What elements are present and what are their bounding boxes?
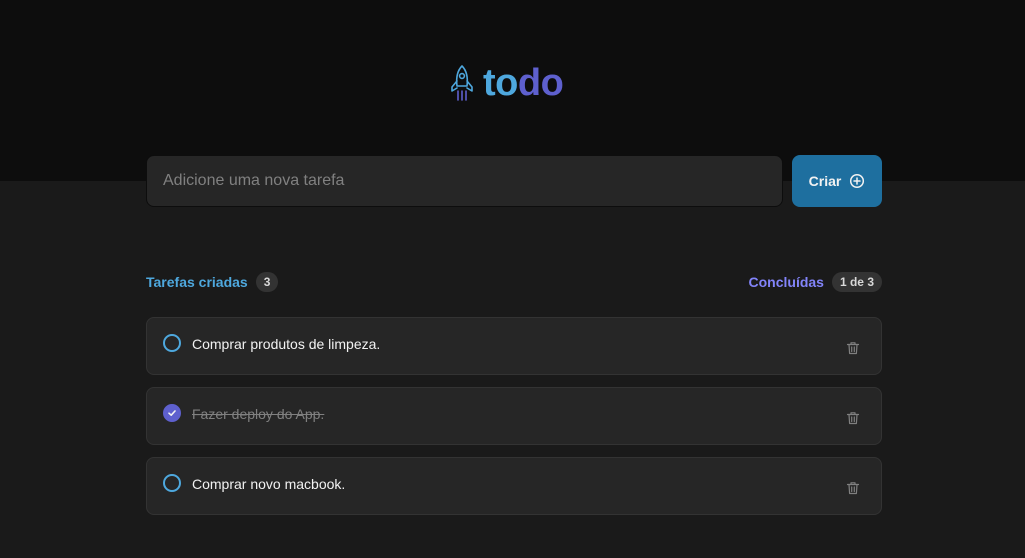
task-item: Fazer deploy do App. [146,387,882,445]
task-text: Comprar novo macbook. [192,476,346,492]
check-icon [167,408,177,418]
created-count-badge: 3 [255,271,279,293]
task-counters: Tarefas criadas 3 Concluídas 1 de 3 [146,271,882,293]
header: todo [0,0,1025,181]
trash-icon [846,481,860,495]
delete-task-button[interactable] [841,336,865,360]
task-item: Comprar novo macbook. [146,457,882,515]
created-counter: Tarefas criadas 3 [146,271,279,293]
logo: todo [449,62,564,104]
create-button-label: Criar [808,173,842,189]
created-label: Tarefas criadas [146,273,248,290]
brand-part-2: do [517,62,564,104]
plus-circle-icon [849,173,865,189]
task-item: Comprar produtos de limpeza. [146,317,882,375]
delete-task-button[interactable] [841,476,865,500]
brand-name: todo [483,62,564,104]
done-label: Concluídas [748,273,824,290]
trash-icon [846,341,860,355]
new-task-input[interactable] [146,155,783,207]
rocket-icon [449,64,475,102]
delete-task-button[interactable] [841,406,865,430]
create-button[interactable]: Criar [792,155,882,207]
task-checkbox[interactable] [163,334,181,352]
task-checkbox-checked[interactable] [163,404,181,422]
task-text: Comprar produtos de limpeza. [192,336,381,352]
brand-part-1: to [483,62,518,104]
done-count-badge: 1 de 3 [831,271,882,293]
done-counter: Concluídas 1 de 3 [748,271,882,293]
task-text: Fazer deploy do App. [192,406,325,422]
task-checkbox[interactable] [163,474,181,492]
trash-icon [846,411,860,425]
